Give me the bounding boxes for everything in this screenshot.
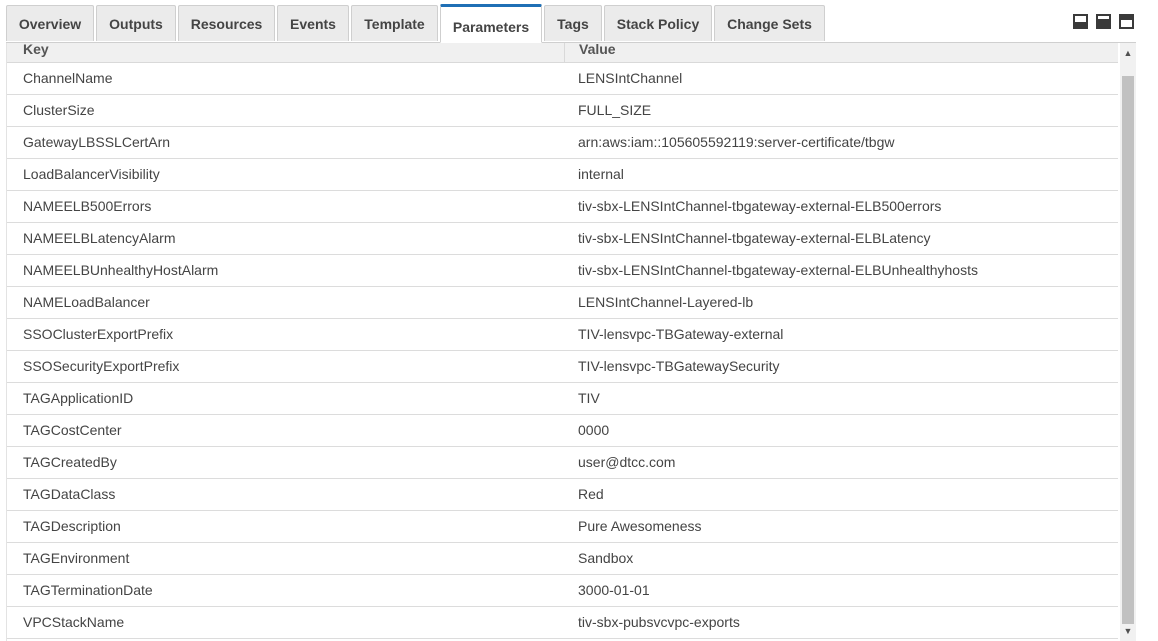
tab-template[interactable]: Template xyxy=(351,5,438,41)
table-row: NAMEELBUnhealthyHostAlarm tiv-sbx-LENSInt… xyxy=(7,255,1118,287)
tab-tags[interactable]: Tags xyxy=(544,5,602,41)
table-row: TAGCostCenter 0000 xyxy=(7,415,1118,447)
table-row: ChannelName LENSIntChannel xyxy=(7,63,1118,95)
table-row: TAGApplicationID TIV xyxy=(7,383,1118,415)
param-key: TAGEnvironment xyxy=(23,550,130,566)
param-key: SSOClusterExportPrefix xyxy=(23,326,174,342)
param-key: LoadBalancerVisibility xyxy=(23,166,160,182)
param-key: NAMEELBUnhealthyHostAlarm xyxy=(23,262,219,278)
param-value: LENSIntChannel-Layered-lb xyxy=(578,294,754,310)
table-row: SSOSecurityExportPrefix TIV-lensvpc-TBGat… xyxy=(7,351,1118,383)
maximize-panel-icon[interactable] xyxy=(1119,14,1134,29)
table-row: SSOClusterExportPrefix TIV-lensvpc-TBGate… xyxy=(7,319,1118,351)
table-row: LoadBalancerVisibility internal xyxy=(7,159,1118,191)
table-body: ChannelName LENSIntChannel ClusterSize FUL… xyxy=(7,63,1118,639)
param-value: Sandbox xyxy=(578,550,634,566)
table-row: TAGDataClass Red xyxy=(7,479,1118,511)
tab-events[interactable]: Events xyxy=(277,5,349,41)
param-value: tiv-sbx-LENSIntChannel-tbgateway-externa… xyxy=(578,262,978,278)
param-value: tiv-sbx-LENSIntChannel-tbgateway-externa… xyxy=(578,230,931,246)
column-divider xyxy=(564,43,565,63)
param-value: 3000-01-01 xyxy=(578,582,650,598)
scrollbar-thumb[interactable] xyxy=(1122,76,1134,624)
table-row: ClusterSize FULL_SIZE xyxy=(7,95,1118,127)
tab-stack-policy[interactable]: Stack Policy xyxy=(604,5,712,41)
half-panel-icon[interactable] xyxy=(1096,14,1111,29)
stack-details-panel: Overview Outputs Resources Events Templa… xyxy=(0,0,1158,641)
table-row: NAMEELBLatencyAlarm tiv-sbx-LENSIntChanne… xyxy=(7,223,1118,255)
param-value: TIV xyxy=(578,390,600,406)
parameters-table: Key Value ChannelName LENSIntChannel Clus… xyxy=(6,43,1118,641)
table-row: TAGDescription Pure Awesomeness xyxy=(7,511,1118,543)
param-value: TIV-lensvpc-TBGateway-external xyxy=(578,326,784,342)
tab-parameters[interactable]: Parameters xyxy=(440,4,542,43)
param-value: TIV-lensvpc-TBGatewaySecurity xyxy=(578,358,780,374)
param-key: GatewayLBSSLCertArn xyxy=(23,134,171,150)
table-row: TAGCreatedBy user@dtcc.com xyxy=(7,447,1118,479)
tab-outputs[interactable]: Outputs xyxy=(96,5,176,41)
vertical-scrollbar[interactable]: ▲ ▼ xyxy=(1120,43,1136,641)
minimize-panel-icon[interactable] xyxy=(1073,14,1088,29)
param-key: NAMEELBLatencyAlarm xyxy=(23,230,176,246)
table-header: Key Value xyxy=(7,43,1118,63)
param-key: NAMEELB500Errors xyxy=(23,198,152,214)
tab-divider xyxy=(6,42,1136,43)
panel-size-controls xyxy=(1073,14,1134,29)
scroll-down-arrow-icon[interactable]: ▼ xyxy=(1120,623,1136,639)
param-key: SSOSecurityExportPrefix xyxy=(23,358,180,374)
table-row: NAMEELB500Errors tiv-sbx-LENSIntChannel-t… xyxy=(7,191,1118,223)
param-value: FULL_SIZE xyxy=(578,102,652,118)
column-header-key[interactable]: Key xyxy=(23,43,49,63)
table-row: VPCStackName tiv-sbx-pubsvcvpc-exports xyxy=(7,607,1118,639)
param-key: TAGCostCenter xyxy=(23,422,122,438)
tab-bar: Overview Outputs Resources Events Templa… xyxy=(0,0,1158,43)
param-key: ChannelName xyxy=(23,70,113,86)
table-row: TAGEnvironment Sandbox xyxy=(7,543,1118,575)
param-value: tiv-sbx-LENSIntChannel-tbgateway-externa… xyxy=(578,198,942,214)
param-value: internal xyxy=(578,166,624,182)
param-value: LENSIntChannel xyxy=(578,70,683,86)
param-value: Red xyxy=(578,486,604,502)
table-row: NAMELoadBalancer LENSIntChannel-Layered-l… xyxy=(7,287,1118,319)
tab-list: Overview Outputs Resources Events Templa… xyxy=(6,4,827,43)
param-value: 0000 xyxy=(578,422,610,438)
param-value: tiv-sbx-pubsvcvpc-exports xyxy=(578,614,740,630)
param-value: Pure Awesomeness xyxy=(578,518,702,534)
param-key: TAGDescription xyxy=(23,518,121,534)
tab-overview[interactable]: Overview xyxy=(6,5,94,41)
param-value: user@dtcc.com xyxy=(578,454,676,470)
param-key: VPCStackName xyxy=(23,614,125,630)
table-row: GatewayLBSSLCertArn arn:aws:iam::10560559… xyxy=(7,127,1118,159)
param-key: TAGDataClass xyxy=(23,486,116,502)
param-key: ClusterSize xyxy=(23,102,95,118)
column-header-value[interactable]: Value xyxy=(579,43,616,63)
tab-resources[interactable]: Resources xyxy=(178,5,275,41)
param-value: arn:aws:iam::105605592119:server-certifi… xyxy=(578,134,895,150)
param-key: TAGCreatedBy xyxy=(23,454,117,470)
param-key: TAGTerminationDate xyxy=(23,582,153,598)
param-key: TAGApplicationID xyxy=(23,390,134,406)
param-key: NAMELoadBalancer xyxy=(23,294,150,310)
scroll-up-arrow-icon[interactable]: ▲ xyxy=(1120,45,1136,61)
tab-change-sets[interactable]: Change Sets xyxy=(714,5,825,41)
table-row: TAGTerminationDate 3000-01-01 xyxy=(7,575,1118,607)
